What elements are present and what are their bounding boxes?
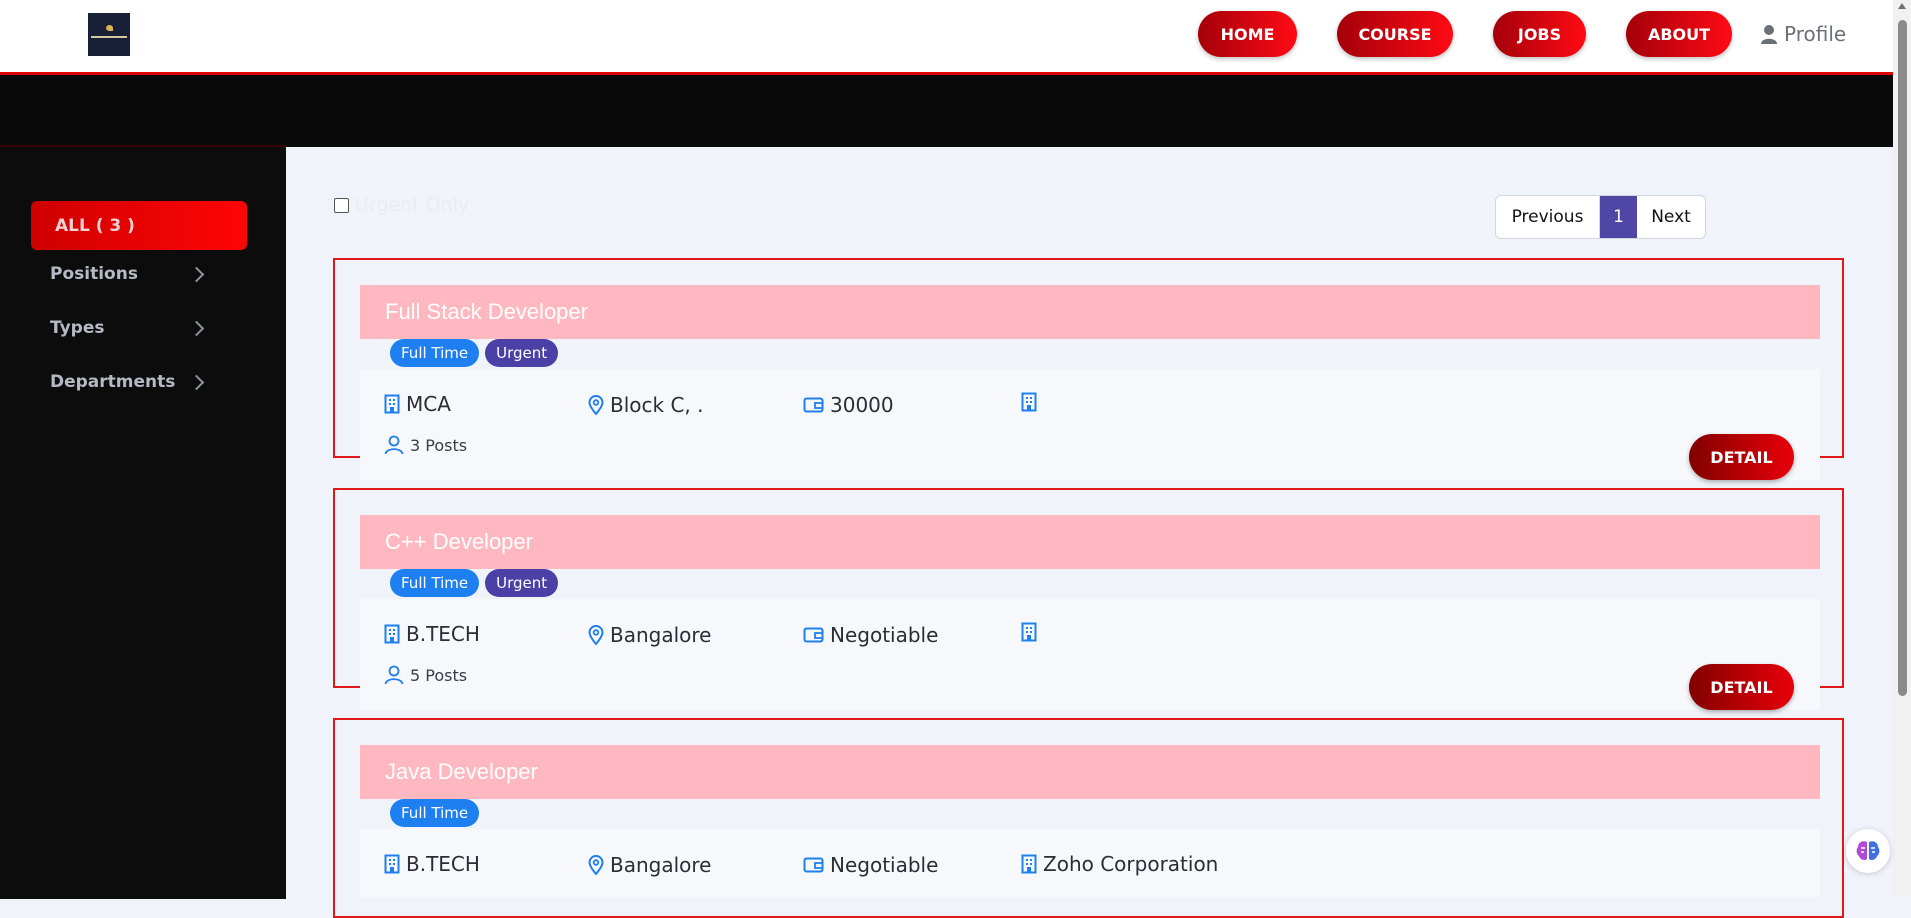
chevron-right-icon <box>188 374 205 390</box>
scroll-up-arrow-icon[interactable] <box>1898 3 1906 9</box>
site-logo[interactable] <box>88 13 130 56</box>
building-icon <box>384 624 400 644</box>
location-pin-icon <box>588 855 604 875</box>
sidebar-item-types[interactable]: Types <box>50 314 210 342</box>
job-title: C++ Developer <box>360 515 1820 569</box>
job-salary: 30000 <box>803 393 894 417</box>
nav-about-button[interactable]: ABOUT <box>1626 11 1732 57</box>
filter-sidebar: ALL ( 3 ) Positions Types Departments <box>0 145 286 899</box>
job-company <box>1021 392 1043 412</box>
previous-page-button[interactable]: Previous <box>1496 196 1600 238</box>
salary-text: 30000 <box>830 393 894 417</box>
assistant-bubble[interactable] <box>1846 829 1890 873</box>
job-posts: 3 Posts <box>384 435 467 455</box>
posts-user-icon <box>384 435 404 455</box>
location-pin-icon <box>588 395 604 415</box>
page-1-button[interactable]: 1 <box>1600 196 1637 238</box>
job-card-body <box>360 599 1820 710</box>
location-text: Bangalore <box>610 623 712 647</box>
job-company: Zoho Corporation <box>1021 852 1218 876</box>
job-salary: Negotiable <box>803 623 938 647</box>
sidebar-item-departments[interactable]: Departments <box>50 368 210 396</box>
qualification-text: B.TECH <box>406 622 480 646</box>
page-scrollbar[interactable] <box>1893 0 1911 897</box>
urgent-badge: Urgent <box>485 339 559 367</box>
urgent-only-checkbox[interactable] <box>334 197 349 213</box>
profile-label: Profile <box>1784 22 1847 46</box>
job-title: Full Stack Developer <box>360 285 1820 339</box>
salary-text: Negotiable <box>830 623 939 647</box>
logo-mark <box>106 25 113 31</box>
sidebar-item-label: Types <box>50 318 105 338</box>
posts-text: 3 Posts <box>410 435 468 455</box>
salary-text: Negotiable <box>830 853 939 877</box>
nav-home-button[interactable]: HOME <box>1198 11 1297 57</box>
location-text: Bangalore <box>610 853 712 877</box>
urgent-badge: Urgent <box>485 569 559 597</box>
nav-jobs-button[interactable]: JOBS <box>1493 11 1586 57</box>
posts-text: 5 Posts <box>410 665 468 685</box>
wallet-icon <box>803 397 824 413</box>
detail-button[interactable]: DETAIL <box>1689 434 1794 480</box>
urgent-only-filter[interactable]: Urgent Only <box>334 194 469 216</box>
job-location: Bangalore <box>588 853 711 877</box>
urgent-only-label: Urgent Only <box>355 194 470 216</box>
job-card-body <box>360 369 1820 480</box>
building-icon <box>1021 854 1037 874</box>
filter-all-button[interactable]: ALL ( 3 ) <box>31 201 247 250</box>
next-page-button[interactable]: Next <box>1637 196 1705 238</box>
building-icon <box>1021 392 1037 412</box>
wallet-icon <box>803 627 824 643</box>
sidebar-item-positions[interactable]: Positions <box>50 260 210 288</box>
chevron-right-icon <box>188 266 205 282</box>
job-company <box>1021 622 1043 642</box>
full-time-badge: Full Time <box>390 569 480 597</box>
building-icon <box>384 854 400 874</box>
sidebar-item-label: Departments <box>50 372 176 392</box>
job-qualification: MCA <box>384 392 451 416</box>
posts-user-icon <box>384 665 404 685</box>
job-posts: 5 Posts <box>384 665 467 685</box>
scrollbar-thumb[interactable] <box>1898 20 1907 696</box>
nav-course-button[interactable]: COURSE <box>1337 11 1453 57</box>
sidebar-item-label: Positions <box>50 264 138 284</box>
job-location: Block C, . <box>588 393 704 417</box>
full-time-badge: Full Time <box>390 799 480 827</box>
hero-banner <box>0 75 1893 147</box>
chevron-right-icon <box>188 320 205 336</box>
brain-icon <box>1856 841 1880 860</box>
job-title: Java Developer <box>360 745 1820 799</box>
building-icon <box>1021 622 1037 642</box>
top-navbar: HOME COURSE JOBS ABOUT Profile <box>0 0 1893 75</box>
profile-link[interactable]: Profile <box>1760 20 1846 48</box>
company-text: Zoho Corporation <box>1043 852 1219 876</box>
building-icon <box>384 394 400 414</box>
wallet-icon <box>803 857 824 873</box>
job-qualification: B.TECH <box>384 622 480 646</box>
detail-button[interactable]: DETAIL <box>1689 664 1794 710</box>
job-location: Bangalore <box>588 623 711 647</box>
user-icon <box>1761 24 1777 44</box>
location-text: Block C, . <box>610 393 704 417</box>
qualification-text: B.TECH <box>406 852 480 876</box>
job-qualification: B.TECH <box>384 852 480 876</box>
job-salary: Negotiable <box>803 853 938 877</box>
location-pin-icon <box>588 625 604 645</box>
pagination: Previous 1 Next <box>1495 195 1706 239</box>
logo-wordmark <box>91 36 127 38</box>
full-time-badge: Full Time <box>390 339 480 367</box>
qualification-text: MCA <box>406 392 451 416</box>
